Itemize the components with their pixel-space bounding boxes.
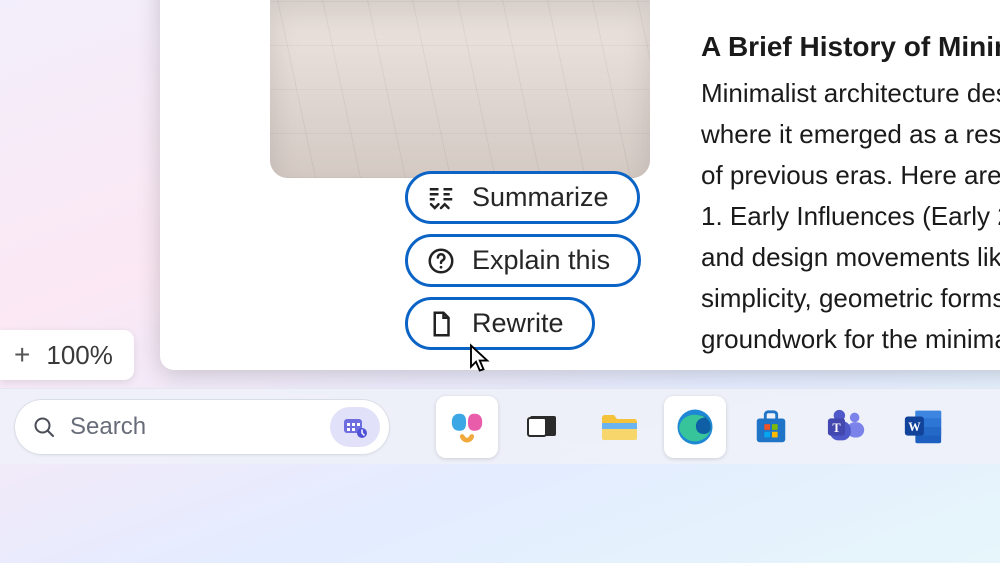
svg-text:W: W bbox=[908, 419, 921, 433]
document-heading: A Brief History of Minimalist A bbox=[701, 31, 1000, 63]
search-placeholder: Search bbox=[70, 413, 316, 441]
search-icon bbox=[32, 415, 56, 439]
search-highlights-icon[interactable] bbox=[330, 407, 380, 447]
taskbar-file-explorer[interactable] bbox=[588, 396, 650, 458]
explain-button[interactable]: Explain this bbox=[405, 234, 641, 287]
document-line: of previous eras. Here are some bbox=[701, 155, 1000, 196]
file-explorer-icon bbox=[599, 410, 639, 444]
taskbar-teams[interactable]: T bbox=[816, 396, 878, 458]
summarize-button[interactable]: Summarize bbox=[405, 171, 640, 224]
taskbar: Search bbox=[0, 388, 1000, 464]
document-line: and design movements like De S bbox=[701, 237, 1000, 278]
word-icon: W bbox=[902, 407, 944, 447]
copilot-action-menu: Summarize Explain this Rewrite bbox=[405, 171, 641, 350]
document-line: 1. Early Influences (Early 20th C bbox=[701, 196, 1000, 237]
summarize-icon bbox=[426, 183, 456, 213]
summarize-label: Summarize bbox=[472, 182, 609, 213]
taskbar-search[interactable]: Search bbox=[14, 399, 390, 455]
rewrite-button[interactable]: Rewrite bbox=[405, 297, 595, 350]
copilot-icon bbox=[448, 408, 486, 446]
document-body: A Brief History of Minimalist A Minimali… bbox=[701, 31, 1000, 360]
document-icon bbox=[426, 309, 456, 339]
taskbar-word[interactable]: W bbox=[892, 396, 954, 458]
rewrite-label: Rewrite bbox=[472, 308, 564, 339]
explain-label: Explain this bbox=[472, 245, 610, 276]
taskbar-copilot[interactable] bbox=[436, 396, 498, 458]
taskbar-task-view[interactable] bbox=[512, 396, 574, 458]
taskbar-microsoft-store[interactable] bbox=[740, 396, 802, 458]
document-line: Minimalist architecture design h bbox=[701, 73, 1000, 114]
svg-text:T: T bbox=[832, 420, 841, 434]
question-circle-icon bbox=[426, 246, 456, 276]
minimalist-architecture-image bbox=[270, 0, 650, 178]
teams-icon: T bbox=[826, 407, 868, 447]
document-line: where it emerged as a response bbox=[701, 114, 1000, 155]
zoom-status-strip: + 100% bbox=[0, 330, 134, 380]
edge-icon bbox=[674, 406, 716, 448]
zoom-level: 100% bbox=[46, 340, 113, 371]
document-line: simplicity, geometric forms, and bbox=[701, 278, 1000, 319]
task-view-icon bbox=[526, 410, 560, 444]
taskbar-edge[interactable] bbox=[664, 396, 726, 458]
microsoft-store-icon bbox=[752, 408, 790, 446]
document-line: groundwork for the minimalist d bbox=[701, 319, 1000, 360]
zoom-in-icon[interactable]: + bbox=[14, 339, 30, 371]
